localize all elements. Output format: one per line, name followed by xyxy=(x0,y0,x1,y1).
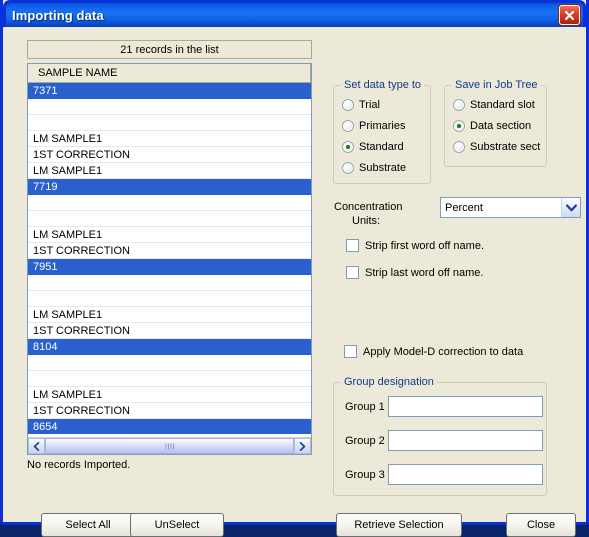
checkbox-strip-first-word-label: Strip first word off name. xyxy=(365,239,485,252)
save-in-job-tree-groupbox: Save in Job Tree Standard slot Data sect… xyxy=(444,79,547,167)
list-column-header: SAMPLE NAME xyxy=(28,64,311,83)
list-item[interactable]: LM SAMPLE1 xyxy=(28,307,311,323)
checkbox-strip-last-word[interactable]: Strip last word off name. xyxy=(346,266,483,279)
close-icon xyxy=(564,10,575,20)
list-item[interactable] xyxy=(28,371,311,387)
list-horizontal-scrollbar[interactable] xyxy=(28,437,311,454)
checkbox-strip-last-word-label: Strip last word off name. xyxy=(365,266,484,279)
list-item[interactable]: 7371 xyxy=(28,83,311,99)
radio-substrate[interactable]: Substrate xyxy=(342,162,406,174)
list-item[interactable]: 1ST CORRECTION xyxy=(28,243,311,259)
list-item[interactable]: 8104 xyxy=(28,339,311,355)
importing-data-dialog: Importing data 21 records in the list SA… xyxy=(0,0,589,537)
dialog-client-area: 21 records in the list SAMPLE NAME 7371 L… xyxy=(3,27,586,537)
scroll-thumb[interactable] xyxy=(45,438,294,454)
list-item[interactable]: LM SAMPLE1 xyxy=(28,131,311,147)
group-3-label: Group 3 xyxy=(345,469,385,481)
list-item[interactable]: 1ST CORRECTION xyxy=(28,323,311,339)
grip-icon xyxy=(165,443,174,449)
set-data-type-title: Set data type to xyxy=(341,79,425,91)
records-count-label: 21 records in the list xyxy=(120,43,219,56)
list-item[interactable]: 1ST CORRECTION xyxy=(28,403,311,419)
sample-list-rows: 7371 LM SAMPLE1 1ST CORRECTION LM SAMPLE1 77… xyxy=(28,83,311,434)
radio-primaries-indicator xyxy=(342,120,354,132)
list-item[interactable] xyxy=(28,211,311,227)
radio-primaries-label: Primaries xyxy=(359,120,406,132)
title-bar: Importing data xyxy=(3,0,586,27)
scroll-track[interactable] xyxy=(45,438,294,454)
radio-standard-slot[interactable]: Standard slot xyxy=(453,99,535,111)
import-status-text: No records Imported. xyxy=(27,459,131,471)
list-item[interactable]: 7719 xyxy=(28,179,311,195)
checkbox-strip-first-word-box xyxy=(346,239,359,252)
list-item[interactable]: LM SAMPLE1 xyxy=(28,227,311,243)
checkbox-strip-last-word-box xyxy=(346,266,359,279)
checkbox-apply-model-d-label: Apply Model-D correction to data xyxy=(363,345,524,358)
concentration-units-line1: Concentration xyxy=(334,201,403,213)
radio-standard[interactable]: Standard xyxy=(342,141,404,153)
checkbox-strip-first-word[interactable]: Strip first word off name. xyxy=(346,239,484,252)
scroll-right-button[interactable] xyxy=(294,438,311,454)
scroll-left-button[interactable] xyxy=(28,438,45,454)
window-title: Importing data xyxy=(12,7,104,23)
group-2-label: Group 2 xyxy=(345,435,385,447)
list-item[interactable]: LM SAMPLE1 xyxy=(28,163,311,179)
group-2-input[interactable] xyxy=(388,430,543,451)
checkbox-apply-model-d[interactable]: Apply Model-D correction to data xyxy=(344,345,523,358)
save-in-job-tree-title: Save in Job Tree xyxy=(452,79,541,91)
radio-trial-label: Trial xyxy=(359,99,380,111)
radio-substrate-sect[interactable]: Substrate sect xyxy=(453,141,540,153)
radio-trial-indicator xyxy=(342,99,354,111)
list-item[interactable] xyxy=(28,99,311,115)
radio-standard-indicator xyxy=(342,141,354,153)
radio-substrate-sect-label: Substrate sect xyxy=(470,141,541,153)
radio-substrate-label: Substrate xyxy=(359,162,407,174)
select-all-button[interactable]: Select All xyxy=(41,513,135,537)
sample-name-listbox[interactable]: SAMPLE NAME 7371 LM SAMPLE1 1ST CORRECTION… xyxy=(27,63,312,455)
retrieve-selection-button[interactable]: Retrieve Selection xyxy=(336,513,462,537)
list-item[interactable] xyxy=(28,115,311,131)
radio-data-section-label: Data section xyxy=(470,120,532,132)
radio-standard-label: Standard xyxy=(359,141,404,153)
radio-standard-slot-label: Standard slot xyxy=(470,99,535,111)
group-3-input[interactable] xyxy=(388,464,543,485)
radio-substrate-sect-indicator xyxy=(453,141,465,153)
close-window-button[interactable] xyxy=(559,5,580,25)
chevron-right-icon xyxy=(299,441,306,451)
list-item[interactable]: 1ST CORRECTION xyxy=(28,147,311,163)
radio-primaries[interactable]: Primaries xyxy=(342,120,405,132)
list-item[interactable]: 8654 xyxy=(28,419,311,434)
radio-data-section-indicator xyxy=(453,120,465,132)
concentration-units-line2: Units: xyxy=(352,215,381,227)
concentration-units-label: Concentration Units: xyxy=(334,200,403,228)
checkbox-apply-model-d-box xyxy=(344,345,357,358)
records-count-header: 21 records in the list xyxy=(27,40,312,59)
radio-standard-slot-indicator xyxy=(453,99,465,111)
list-item[interactable] xyxy=(28,291,311,307)
group-designation-title: Group designation xyxy=(341,376,437,388)
radio-data-section[interactable]: Data section xyxy=(453,120,531,132)
group-designation-groupbox: Group designation Group 1 Group 2 Group … xyxy=(333,376,547,496)
concentration-units-value: Percent xyxy=(445,201,483,214)
list-item[interactable] xyxy=(28,275,311,291)
set-data-type-groupbox: Set data type to Trial Primaries Standar… xyxy=(333,79,431,184)
unselect-button[interactable]: UnSelect xyxy=(130,513,224,537)
group-1-input[interactable] xyxy=(388,396,543,417)
group-1-label: Group 1 xyxy=(345,401,385,413)
dropdown-arrow[interactable] xyxy=(561,198,580,217)
list-item[interactable]: 7951 xyxy=(28,259,311,275)
radio-substrate-indicator xyxy=(342,162,354,174)
list-item[interactable]: LM SAMPLE1 xyxy=(28,387,311,403)
list-item[interactable] xyxy=(28,195,311,211)
column-header-sample-name: SAMPLE NAME xyxy=(38,67,118,79)
radio-trial[interactable]: Trial xyxy=(342,99,380,111)
chevron-left-icon xyxy=(33,441,40,451)
list-item[interactable] xyxy=(28,355,311,371)
concentration-units-dropdown[interactable]: Percent xyxy=(440,197,581,218)
chevron-down-icon xyxy=(565,204,577,211)
close-button[interactable]: Close xyxy=(506,513,576,537)
